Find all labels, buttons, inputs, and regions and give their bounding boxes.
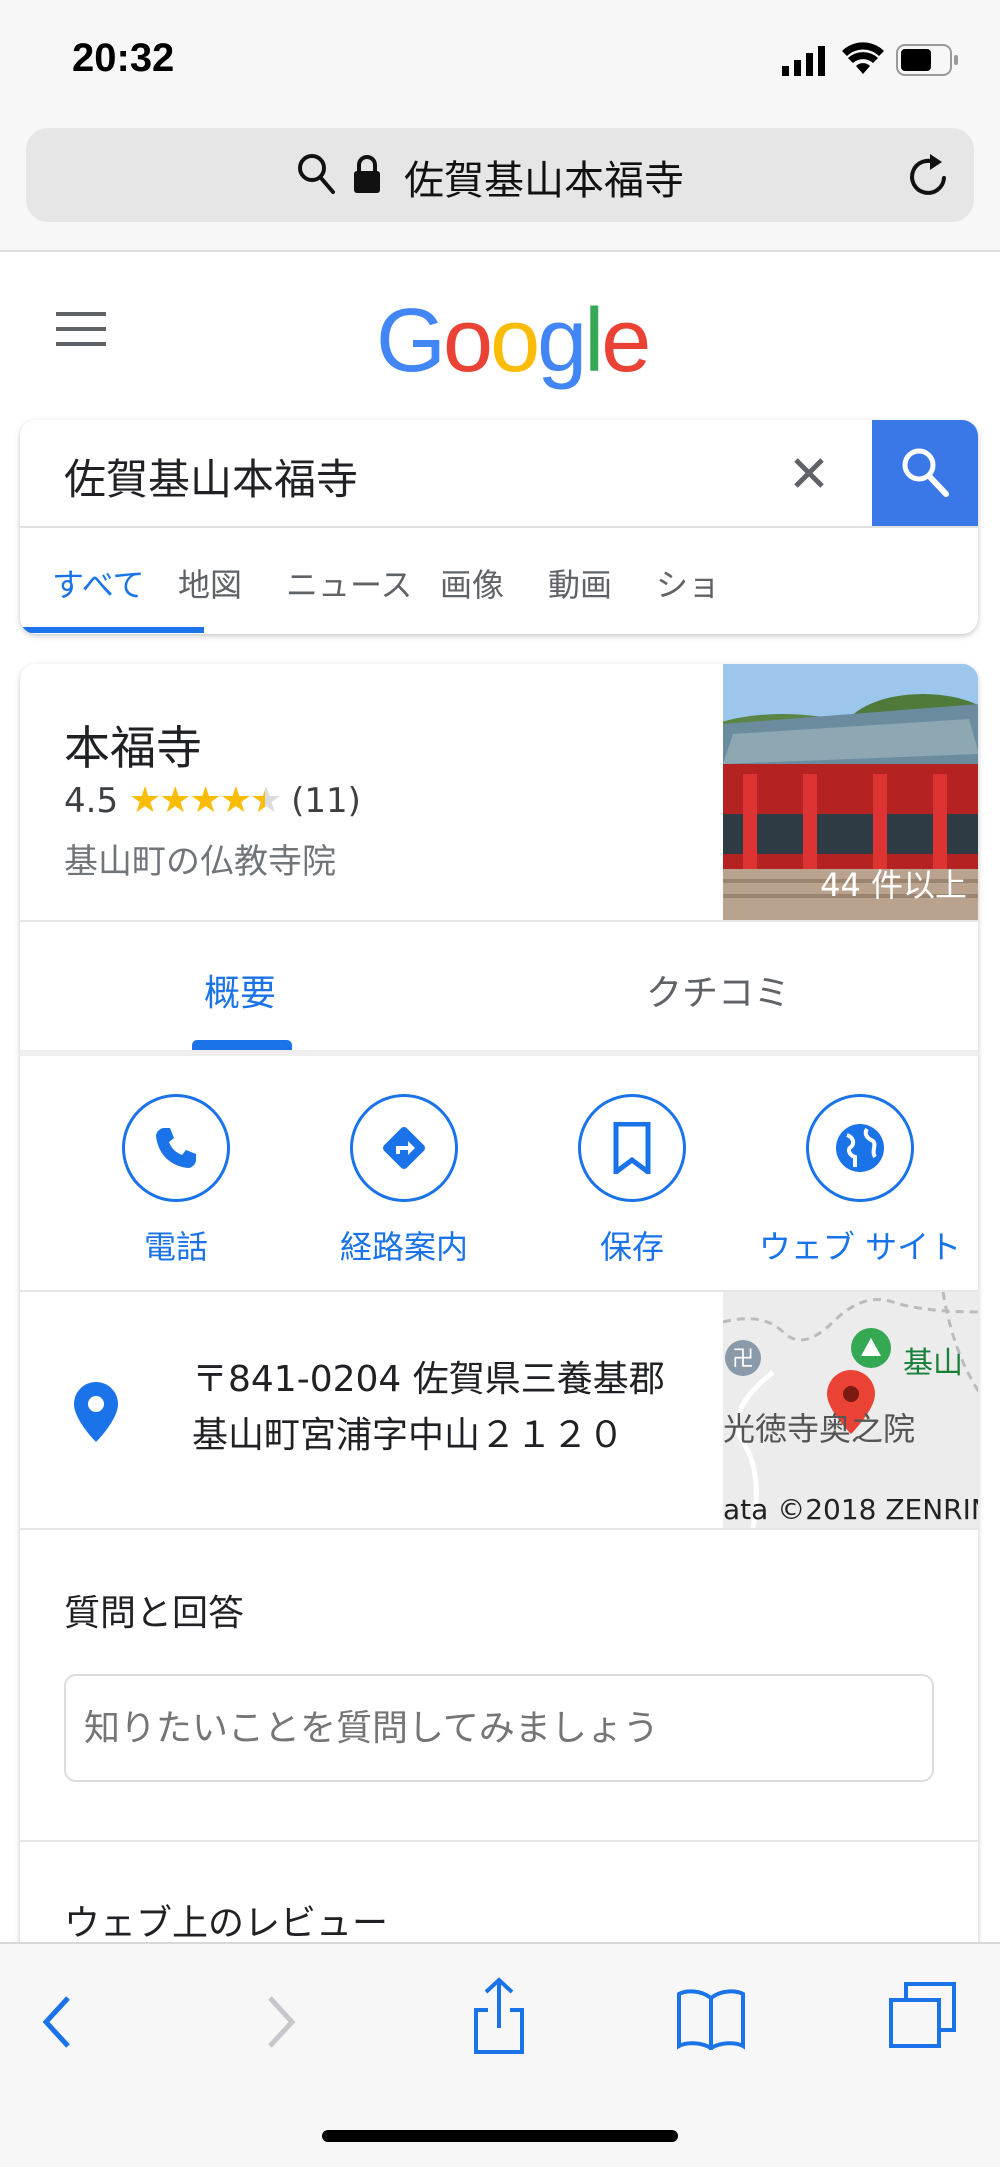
- search-button[interactable]: [872, 420, 978, 526]
- divider: [20, 526, 978, 528]
- action-label: 保存: [599, 1228, 664, 1266]
- signal-icon: [782, 46, 828, 76]
- place-tab[interactable]: 概要: [204, 964, 276, 1016]
- google-logo[interactable]: Google: [376, 290, 651, 393]
- photo-count: 44 件以上: [820, 866, 967, 904]
- wifi-icon: [842, 42, 884, 80]
- menu-icon[interactable]: [56, 312, 106, 352]
- divider: [20, 1050, 978, 1056]
- divider: [20, 1528, 978, 1530]
- globe-icon: [806, 1094, 914, 1202]
- knowledge-panel: 本福寺 4.5 ★★★★★ (11) 基山町の仏教寺院 44 件以上 概要 クチコ…: [20, 664, 978, 1964]
- logo-letter: g: [537, 291, 587, 391]
- address-line-2: 基山町宮浦字中山２１２０: [192, 1415, 625, 1456]
- question-input[interactable]: [64, 1674, 934, 1782]
- logo-letter: o: [443, 291, 493, 391]
- phone-action-button[interactable]: 電話: [66, 1094, 286, 1268]
- clear-icon[interactable]: [792, 456, 826, 494]
- logo-letter: o: [490, 291, 540, 391]
- star-icon: ★: [159, 780, 191, 821]
- svg-text:卍: 卍: [732, 1347, 754, 1372]
- bookmark-icon: [578, 1094, 686, 1202]
- action-label: 電話: [143, 1228, 208, 1266]
- share-icon[interactable]: [470, 1976, 528, 2060]
- active-tab-indicator: [20, 627, 204, 633]
- qa-heading: 質問と回答: [64, 1593, 245, 1634]
- search-card: 佐賀基山本福寺 すべて 地図 ニュース 画像 動画 ショ: [20, 420, 978, 634]
- lock-icon: [352, 154, 382, 198]
- place-category: 基山町の仏教寺院: [64, 842, 336, 882]
- action-label: ウェブ サイト: [758, 1228, 962, 1266]
- battery-icon: [896, 44, 960, 80]
- back-icon[interactable]: [40, 1994, 74, 2054]
- directions-action-button[interactable]: 経路案内: [294, 1094, 514, 1268]
- star-icon: ★: [189, 780, 221, 821]
- home-indicator: [322, 2130, 678, 2142]
- map-label: 基山: [903, 1346, 963, 1381]
- divider: [20, 1840, 978, 1842]
- star-icon: ★: [250, 780, 282, 821]
- address[interactable]: 〒841-0204 佐賀県三養基郡 基山町宮浦字中山２１２０: [192, 1352, 665, 1464]
- active-tab-indicator: [192, 1040, 292, 1050]
- web-reviews-heading: ウェブ上のレビュー: [64, 1903, 389, 1944]
- search-tab[interactable]: すべて: [52, 560, 144, 606]
- logo-letter: l: [584, 291, 604, 391]
- logo-letter: e: [601, 291, 651, 391]
- action-label: 経路案内: [339, 1228, 468, 1266]
- star-icon: ★: [219, 780, 252, 821]
- place-title: 本福寺: [64, 721, 202, 775]
- address-line-1: 〒841-0204 佐賀県三養基郡: [192, 1359, 665, 1400]
- logo-letter: G: [376, 291, 446, 391]
- search-icon: [900, 446, 950, 502]
- location-pin-icon: [74, 1382, 118, 1446]
- search-tab[interactable]: 画像: [440, 560, 504, 606]
- star-rating: ★★★★★: [128, 780, 282, 821]
- search-input[interactable]: 佐賀基山本福寺: [64, 446, 358, 507]
- review-count: (11): [291, 781, 361, 821]
- map-copyright: ata ©2018 ZENRIN: [723, 1493, 978, 1526]
- directions-icon: [350, 1094, 458, 1202]
- place-photo[interactable]: 44 件以上: [723, 664, 978, 920]
- search-tab[interactable]: ニュース: [286, 560, 412, 606]
- status-time: 20:32: [72, 36, 175, 80]
- url-text: 佐賀基山本福寺: [404, 158, 684, 204]
- star-icon: ★: [128, 780, 161, 821]
- search-tab[interactable]: 動画: [548, 560, 612, 606]
- map-label: 光徳寺奥之院: [723, 1410, 916, 1448]
- search-tab[interactable]: 地図: [178, 560, 242, 606]
- bookmarks-icon[interactable]: [676, 1988, 746, 2054]
- phone-icon: [122, 1094, 230, 1202]
- search-icon: [296, 152, 336, 200]
- tabs-icon[interactable]: [888, 1982, 958, 2054]
- map-thumbnail[interactable]: 卍 基山 光徳寺奥之院 ata ©2018 ZENRIN: [723, 1292, 978, 1528]
- globe-action-button[interactable]: ウェブ サイト: [750, 1094, 970, 1268]
- bookmark-action-button[interactable]: 保存: [522, 1094, 742, 1268]
- rating-row[interactable]: 4.5 ★★★★★ (11): [64, 780, 361, 821]
- reload-icon[interactable]: [906, 152, 952, 204]
- divider: [20, 920, 978, 922]
- place-tab[interactable]: クチコミ: [646, 964, 790, 1016]
- search-tab[interactable]: ショ: [656, 560, 720, 606]
- forward-icon[interactable]: [264, 1994, 298, 2054]
- rating-value: 4.5: [64, 781, 119, 821]
